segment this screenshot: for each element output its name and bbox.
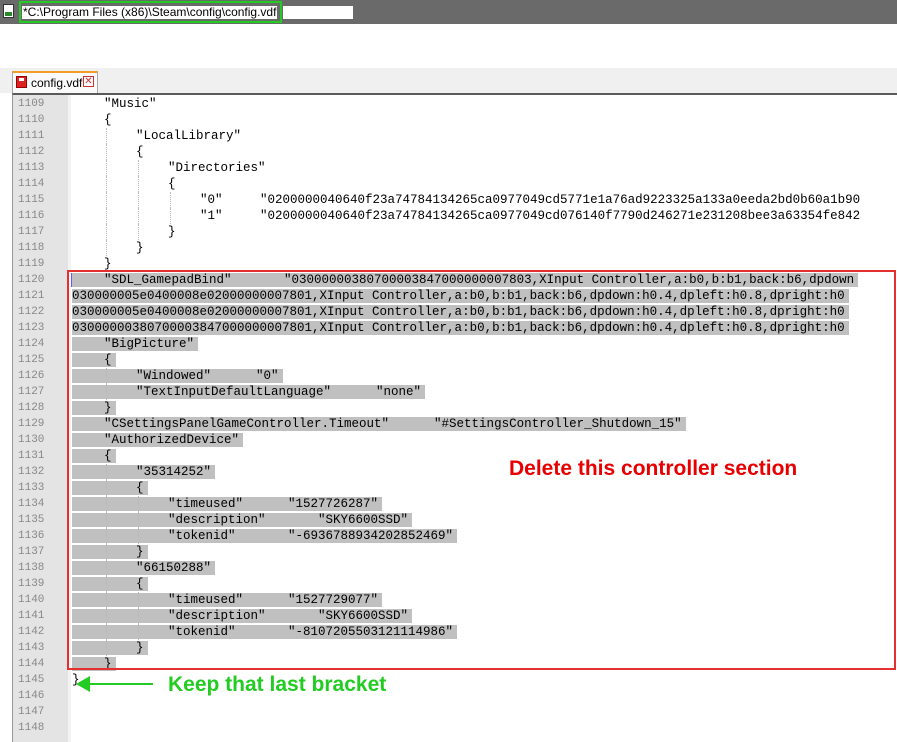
indent-guide xyxy=(106,128,107,144)
line-number: 1121 xyxy=(18,290,45,302)
line-number: 1132 xyxy=(18,466,45,478)
line-number: 1140 xyxy=(18,594,45,606)
code-line[interactable]: 1148 xyxy=(0,720,897,736)
indent-guide xyxy=(106,224,107,240)
code-line[interactable]: 1112 { xyxy=(0,144,897,160)
line-number: 1148 xyxy=(18,722,45,734)
code-text: { xyxy=(136,145,144,159)
line-number: 1144 xyxy=(18,658,45,670)
line-number: 1115 xyxy=(18,194,45,206)
code-line[interactable]: 1114 { xyxy=(0,176,897,192)
line-number: 1130 xyxy=(18,434,45,446)
line-number: 1146 xyxy=(18,690,45,702)
code-text: "0" "0200000040640f23a74784134265ca09770… xyxy=(200,193,861,207)
line-number: 1124 xyxy=(18,338,45,350)
code-text: "1" "0200000040640f23a74784134265ca09770… xyxy=(200,209,861,223)
indent-guide xyxy=(138,208,139,224)
code-line[interactable]: 1147 xyxy=(0,704,897,720)
keep-annotation: Keep that last bracket xyxy=(168,673,387,696)
arrow-left-icon xyxy=(76,676,90,692)
line-number: 1126 xyxy=(18,370,45,382)
line-number: 1110 xyxy=(18,114,45,126)
code-line[interactable]: 1115 "0" "0200000040640f23a74784134265ca0… xyxy=(0,192,897,208)
line-number: 1112 xyxy=(18,146,45,158)
code-text: "Music" xyxy=(104,97,157,111)
line-number: 1127 xyxy=(18,386,45,398)
line-number: 1128 xyxy=(18,402,45,414)
line-number: 1134 xyxy=(18,498,45,510)
delete-annotation: Delete this controller section xyxy=(509,457,798,480)
line-number: 1114 xyxy=(18,178,45,190)
indent-guide xyxy=(138,176,139,192)
indent-guide xyxy=(106,192,107,208)
code-line[interactable]: 1111 "LocalLibrary" xyxy=(0,128,897,144)
code-line[interactable]: 1118} xyxy=(0,240,897,256)
code-line[interactable]: 1109 "Music" xyxy=(0,96,897,112)
line-number: 1118 xyxy=(18,242,45,254)
line-number: 1143 xyxy=(18,642,45,654)
line-number: 1137 xyxy=(18,546,45,558)
code-text: { xyxy=(168,177,176,191)
code-text: "Directories" xyxy=(168,161,266,175)
indent-guide xyxy=(170,192,171,208)
code-text: } xyxy=(168,225,176,239)
line-number: 1142 xyxy=(18,626,45,638)
line-number: 1133 xyxy=(18,482,45,494)
line-number: 1138 xyxy=(18,562,45,574)
code-line[interactable]: 1113 "Directories" xyxy=(0,160,897,176)
line-number: 1116 xyxy=(18,210,45,222)
arrow-shaft xyxy=(88,683,153,685)
indent-guide xyxy=(106,240,107,256)
line-number: 1147 xyxy=(18,706,45,718)
code-line[interactable]: 1145} xyxy=(0,672,897,688)
code-line[interactable]: 1110 { xyxy=(0,112,897,128)
line-number: 1117 xyxy=(18,226,45,238)
line-number: 1119 xyxy=(18,258,45,270)
code-line[interactable]: 1116 "1" "0200000040640f23a74784134265ca0… xyxy=(0,208,897,224)
indent-guide xyxy=(138,192,139,208)
code-text: "LocalLibrary" xyxy=(136,129,242,143)
line-number: 1141 xyxy=(18,610,45,622)
indent-guide xyxy=(138,160,139,176)
code-text: } xyxy=(136,241,144,255)
line-number: 1125 xyxy=(18,354,45,366)
line-number: 1145 xyxy=(18,674,45,686)
indent-guide xyxy=(106,144,107,160)
indent-guide xyxy=(138,224,139,240)
line-number: 1131 xyxy=(18,450,45,462)
code-line[interactable]: 1146 xyxy=(0,688,897,704)
line-number: 1120 xyxy=(18,274,45,286)
line-number: 1136 xyxy=(18,530,45,542)
indent-guide xyxy=(106,176,107,192)
line-number: 1111 xyxy=(18,130,45,142)
indent-guide xyxy=(106,208,107,224)
line-number: 1109 xyxy=(18,98,45,110)
line-number: 1123 xyxy=(18,322,45,334)
indent-guide xyxy=(170,208,171,224)
code-text: { xyxy=(104,113,112,127)
line-number: 1129 xyxy=(18,418,45,430)
line-number: 1122 xyxy=(18,306,45,318)
indent-guide xyxy=(106,160,107,176)
code-line[interactable]: 1117} xyxy=(0,224,897,240)
line-number: 1139 xyxy=(18,578,45,590)
line-number: 1113 xyxy=(18,162,45,174)
line-number: 1135 xyxy=(18,514,45,526)
